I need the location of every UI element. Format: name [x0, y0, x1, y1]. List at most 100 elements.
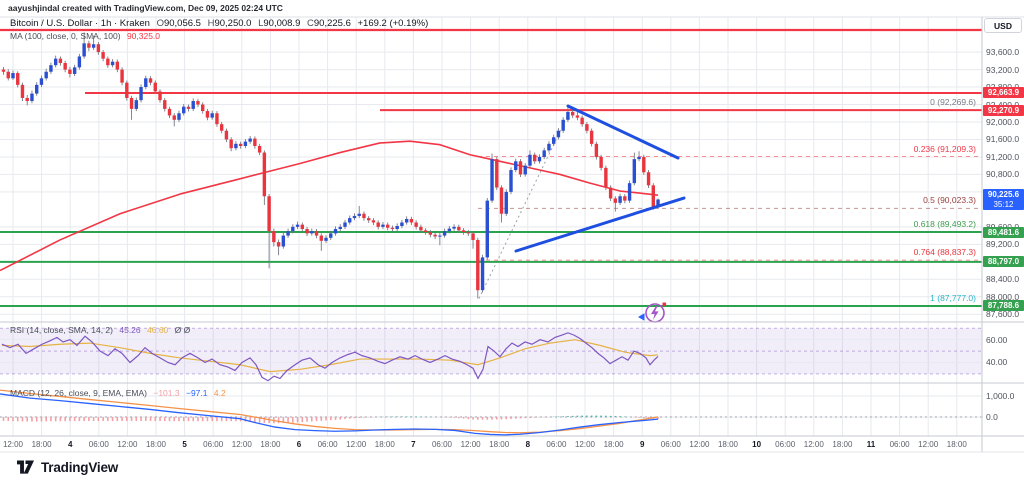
- candle-body: [282, 236, 285, 247]
- candle-body: [372, 220, 375, 222]
- rsi-label[interactable]: RSI (14, close, SMA, 14, 2): [10, 325, 113, 335]
- candle-body: [253, 139, 256, 146]
- candle-body: [490, 159, 493, 201]
- candle-body: [263, 153, 266, 197]
- candle-body: [580, 118, 583, 125]
- candle-body: [192, 101, 195, 109]
- tradingview-logo[interactable]: TradingView: [16, 459, 118, 476]
- candle-body: [324, 238, 327, 241]
- symbol-title[interactable]: Bitcoin / U.S. Dollar · 1h · Kraken: [10, 18, 150, 29]
- candle-body: [358, 214, 361, 216]
- candle-body: [320, 236, 323, 241]
- candle-body: [135, 100, 138, 109]
- candle-body: [419, 227, 422, 230]
- candle-body: [448, 229, 451, 232]
- candle-body: [339, 227, 342, 229]
- tradingview-logo-text: TradingView: [41, 460, 118, 475]
- candle-body: [637, 157, 640, 159]
- candle-body: [481, 257, 484, 290]
- candle-body: [599, 157, 602, 168]
- high-value: 90,250.0: [214, 18, 251, 29]
- candle-body: [248, 139, 251, 142]
- candle-body: [111, 62, 114, 65]
- candle-body: [623, 196, 626, 200]
- candle-body: [585, 124, 588, 131]
- candle-body: [509, 170, 512, 192]
- candle-body: [471, 233, 474, 240]
- candle-body: [120, 70, 123, 83]
- candle-body: [267, 196, 270, 231]
- chart-window: aayushjindal created with TradingView.co…: [0, 0, 1024, 488]
- ma-legend[interactable]: MA (100, close, 0, SMA, 100) 90,325.0: [10, 31, 164, 41]
- candle-body: [210, 113, 213, 117]
- candle-body: [215, 113, 218, 124]
- candle-body: [595, 144, 598, 157]
- candle-body: [144, 78, 147, 87]
- currency-scale-button[interactable]: USD: [984, 18, 1022, 33]
- candle-body: [26, 98, 29, 101]
- candle-body: [424, 230, 427, 232]
- candle-body: [395, 226, 398, 229]
- candle-body: [519, 161, 522, 174]
- rsi-value: 45.26: [119, 325, 140, 335]
- macd-legend[interactable]: MACD (12, 26, close, 9, EMA, EMA) −101.3…: [10, 388, 230, 398]
- candle-body: [234, 144, 237, 148]
- candle-body: [177, 113, 180, 120]
- ma-label[interactable]: MA (100, close, 0, SMA, 100): [10, 31, 121, 41]
- candle-body: [604, 168, 607, 188]
- candle-body: [168, 109, 171, 116]
- symbol-legend[interactable]: Bitcoin / U.S. Dollar · 1h · Kraken O 90,…: [10, 18, 432, 29]
- candle-body: [206, 111, 209, 118]
- candle-body: [628, 183, 631, 200]
- candle-body: [400, 222, 403, 225]
- candle-body: [462, 230, 465, 232]
- candle-body: [92, 44, 95, 47]
- change-value: +169.2 (+0.19%): [358, 18, 429, 29]
- candle-body: [514, 161, 517, 170]
- candle-body: [433, 235, 436, 237]
- candle-body: [201, 105, 204, 112]
- candle-body: [566, 112, 569, 120]
- candle-body: [376, 222, 379, 226]
- candle-body: [49, 65, 52, 72]
- candle-body: [576, 115, 579, 117]
- candle-body: [11, 73, 14, 78]
- candle-body: [220, 124, 223, 131]
- candle-body: [63, 63, 66, 70]
- candle-body: [452, 227, 455, 229]
- chart-canvas[interactable]: [0, 0, 1024, 488]
- candle-body: [652, 185, 655, 206]
- candle-body: [258, 146, 261, 153]
- candle-body: [101, 52, 104, 59]
- candle-body: [125, 83, 128, 98]
- rsi-extra-values: Ø Ø: [175, 325, 191, 335]
- tradingview-logo-icon: [16, 459, 35, 476]
- candle-body: [538, 157, 541, 161]
- candle-body: [391, 228, 394, 229]
- candle-body: [272, 231, 275, 242]
- candle-body: [244, 142, 247, 146]
- rsi-legend[interactable]: RSI (14, close, SMA, 14, 2) 45.26 46.60 …: [10, 325, 194, 335]
- candle-body: [334, 229, 337, 233]
- macd-label[interactable]: MACD (12, 26, close, 9, EMA, EMA): [10, 388, 147, 398]
- candle-body: [291, 227, 294, 231]
- candle-body: [552, 137, 555, 144]
- trendline: [516, 198, 684, 251]
- candle-body: [405, 219, 408, 222]
- open-label: O: [157, 18, 164, 29]
- candle-body: [301, 225, 304, 229]
- candle-body: [286, 231, 289, 235]
- candle-body: [158, 91, 161, 100]
- candle-body: [305, 229, 308, 233]
- candle-body: [647, 172, 650, 185]
- candle-body: [524, 166, 527, 175]
- candle-body: [543, 150, 546, 157]
- candle-body: [386, 225, 389, 228]
- candle-body: [16, 73, 19, 85]
- candle-body: [353, 216, 356, 218]
- candle-body: [239, 144, 242, 146]
- candle-body: [633, 159, 636, 183]
- candle-body: [486, 201, 489, 258]
- candle-body: [609, 188, 612, 199]
- candle-body: [54, 59, 57, 66]
